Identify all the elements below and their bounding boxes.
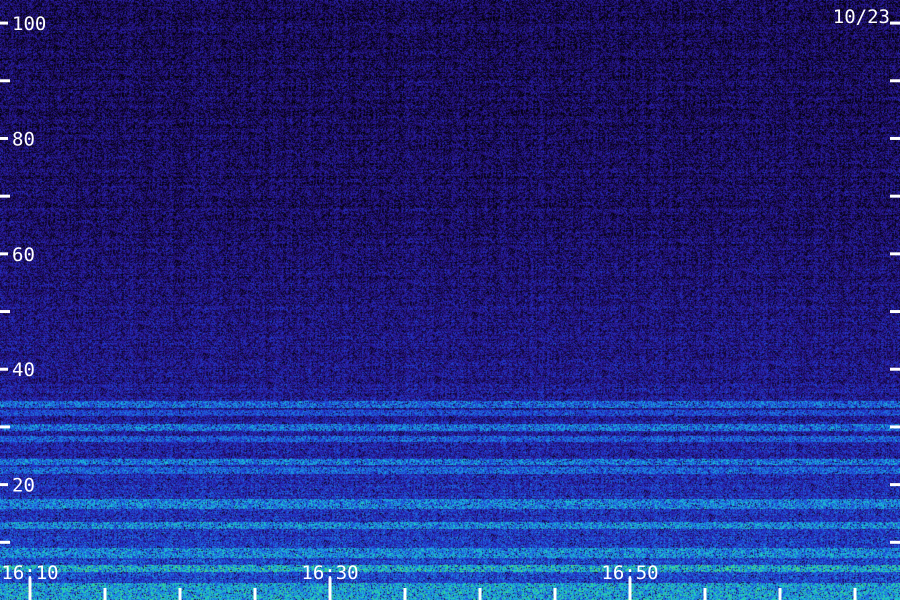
y-tick-label: 60	[12, 244, 35, 266]
x-tick-label: 16:30	[301, 562, 358, 584]
y-tick-label: 80	[12, 128, 35, 150]
y-tick-label: 20	[12, 475, 35, 497]
x-tick-label: 16:10	[1, 562, 58, 584]
y-tick-label: 100	[12, 13, 46, 35]
y-tick-label: 40	[12, 359, 35, 381]
x-axis-labels: 16:10 16:30 16:50	[1, 562, 658, 584]
y-axis-right-ticks	[890, 21, 900, 544]
spectrogram-axes: 100 80 60 40 20 16:10 16:30 16:50 10/23	[0, 6, 900, 600]
x-tick-label: 16:50	[601, 562, 658, 584]
x-axis-ticks	[28, 578, 857, 600]
date-label: 10/23	[833, 6, 890, 28]
y-axis-left-ticks	[0, 21, 10, 544]
y-axis-labels: 100 80 60 40 20	[12, 13, 46, 497]
